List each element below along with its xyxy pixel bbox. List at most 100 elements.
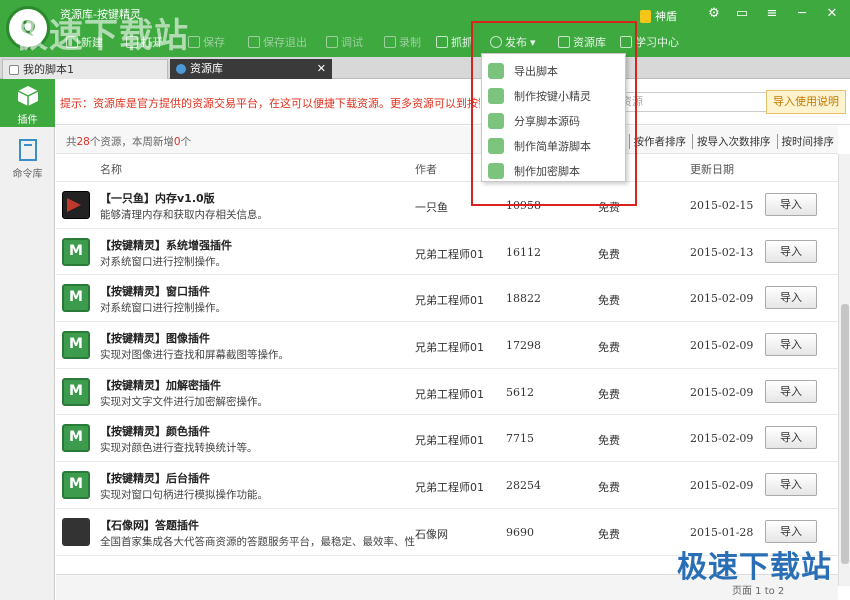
plugin-name: 【按键精灵】加解密插件 bbox=[100, 378, 221, 392]
plugin-description: 对系统窗口进行控制操作。 bbox=[100, 255, 226, 268]
table-row: 【按键精灵】后台插件实现对窗口句柄进行模拟操作功能。 兄弟工程师01 28254 免费… bbox=[56, 462, 838, 509]
import-button[interactable]: 导入 bbox=[765, 193, 817, 216]
gear-icon[interactable]: ⚙ bbox=[706, 6, 722, 22]
plugin-description: 实现对窗口句柄进行模拟操作功能。 bbox=[100, 489, 268, 502]
notice-text: 提示：资源库是官方提供的资源交易平台，在这可以便捷下载资源。更多资源可以到按键精… bbox=[60, 97, 480, 110]
plugin-name: 【按键精灵】颜色插件 bbox=[100, 425, 210, 439]
save-exit-button[interactable]: 保存退出 bbox=[248, 33, 307, 51]
sort-bar: 共28个资源，本周新增0个 排序 按作者排序 按导入次数排序 按时间排序 bbox=[56, 126, 838, 154]
import-help-button[interactable]: 导入使用说明 bbox=[766, 90, 846, 114]
save-exit-icon bbox=[248, 36, 260, 48]
plugin-price: 免费 bbox=[598, 341, 620, 355]
plugin-author: 兄弟工程师01 bbox=[415, 247, 484, 261]
save-exit-label: 保存退出 bbox=[263, 36, 307, 49]
plugin-name: 【按键精灵】后台插件 bbox=[100, 472, 210, 486]
capture-button[interactable]: 抓抓 bbox=[436, 33, 473, 51]
close-tab-icon[interactable]: ✕ bbox=[317, 59, 326, 79]
plugin-author: 兄弟工程师01 bbox=[415, 341, 484, 355]
plugin-date: 2015-02-09 bbox=[690, 339, 754, 353]
tab-my-script[interactable]: 我的脚本1 bbox=[2, 59, 168, 79]
sort-by-imports[interactable]: 按导入次数排序 bbox=[692, 134, 771, 149]
plugin-downloads: 18822 bbox=[506, 292, 541, 306]
save-label: 保存 bbox=[203, 36, 225, 49]
minimize-icon[interactable]: ─ bbox=[794, 6, 810, 22]
resource-count: 共28个资源，本周新增0个 bbox=[66, 136, 192, 148]
plugin-author: 兄弟工程师01 bbox=[415, 434, 484, 448]
tab-label: 资源库 bbox=[190, 62, 223, 75]
plugin-date: 2015-02-09 bbox=[690, 432, 754, 446]
scrollbar[interactable] bbox=[838, 154, 850, 586]
tab-resource-library[interactable]: 资源库 ✕ bbox=[170, 59, 332, 79]
import-button[interactable]: 导入 bbox=[765, 426, 817, 450]
sort-by-time[interactable]: 按时间排序 bbox=[776, 134, 834, 149]
plugin-date: 2015-02-15 bbox=[690, 199, 754, 212]
user-account[interactable]: 神盾 bbox=[640, 8, 677, 24]
close-icon[interactable]: ✕ bbox=[824, 6, 840, 22]
record-label: 录制 bbox=[399, 36, 421, 49]
record-button[interactable]: 录制 bbox=[384, 33, 421, 51]
capture-label: 抓抓 bbox=[451, 36, 473, 49]
sidebar-label: 命令库 bbox=[12, 169, 43, 180]
book-icon bbox=[18, 139, 37, 161]
shield-icon bbox=[640, 9, 651, 23]
plugin-date: 2015-01-28 bbox=[690, 525, 754, 539]
tab-label: 我的脚本1 bbox=[23, 62, 74, 76]
learning-center-label: 学习中心 bbox=[635, 36, 679, 49]
import-button[interactable]: 导入 bbox=[765, 519, 817, 543]
user-name: 神盾 bbox=[655, 10, 677, 23]
import-button[interactable]: 导入 bbox=[765, 473, 817, 497]
resource-list: 【一只鱼】内存v1.0版 能够清理内存和获取内存相关信息。 一只鱼 10958 免费 20… bbox=[56, 182, 838, 556]
skin-icon[interactable]: ▭ bbox=[734, 6, 750, 22]
plugin-author: 兄弟工程师01 bbox=[415, 387, 484, 401]
sidebar-item-commands[interactable]: 命令库 bbox=[0, 133, 55, 181]
plugin-price: 免费 bbox=[598, 387, 620, 401]
table-row: 【按键精灵】窗口插件对系统窗口进行控制操作。 兄弟工程师01 18822 免费 2015… bbox=[56, 275, 838, 323]
plugin-icon bbox=[62, 284, 90, 313]
col-author[interactable]: 作者 bbox=[415, 161, 437, 177]
plugin-icon bbox=[62, 377, 90, 406]
save-icon bbox=[188, 36, 200, 48]
save-button[interactable]: 保存 bbox=[188, 33, 225, 51]
import-button[interactable]: 导入 bbox=[765, 286, 817, 310]
import-button[interactable]: 导入 bbox=[765, 333, 817, 357]
plugin-author: 兄弟工程师01 bbox=[415, 294, 484, 308]
col-updated[interactable]: 更新日期 bbox=[690, 161, 734, 177]
sidebar-label: 插件 bbox=[17, 115, 38, 126]
plugin-icon bbox=[62, 471, 90, 500]
tab-strip: 我的脚本1 资源库 ✕ bbox=[0, 57, 850, 79]
debug-button[interactable]: 调试 bbox=[326, 33, 363, 51]
sidebar-item-plugins[interactable]: 插件 bbox=[0, 79, 55, 127]
import-button[interactable]: 导入 bbox=[765, 379, 817, 403]
plugin-name: 【一只鱼】内存v1.0版 bbox=[100, 192, 215, 205]
play-icon bbox=[326, 36, 338, 48]
plugin-downloads: 17298 bbox=[506, 339, 541, 353]
plugin-name: 【按键精灵】窗口插件 bbox=[100, 285, 210, 299]
camera-icon bbox=[384, 36, 396, 48]
plugin-description: 实现对图像进行查找和屏幕截图等操作。 bbox=[100, 349, 289, 362]
plugin-downloads: 16112 bbox=[506, 245, 541, 259]
plugin-description: 能够清理内存和获取内存相关信息。 bbox=[100, 209, 268, 221]
plugin-downloads: 5612 bbox=[506, 385, 534, 399]
scrollbar-thumb[interactable] bbox=[841, 304, 849, 564]
menu-icon[interactable]: ≡ bbox=[764, 6, 780, 22]
plugin-price: 免费 bbox=[598, 247, 620, 261]
plugin-price: 免费 bbox=[598, 527, 620, 541]
plugin-name: 【按键精灵】系统增强插件 bbox=[100, 238, 232, 252]
sidebar: 插件 命令库 bbox=[0, 79, 55, 600]
col-name[interactable]: 名称 bbox=[100, 161, 122, 177]
cube-icon bbox=[17, 86, 38, 106]
plugin-author: 一只鱼 bbox=[415, 201, 448, 214]
plugin-price: 免费 bbox=[598, 434, 620, 448]
import-button[interactable]: 导入 bbox=[765, 239, 817, 263]
plugin-date: 2015-02-09 bbox=[690, 385, 754, 399]
plugin-downloads: 28254 bbox=[506, 479, 541, 493]
script-icon bbox=[9, 64, 19, 75]
globe-icon bbox=[176, 64, 186, 74]
sort-by-author[interactable]: 按作者排序 bbox=[628, 134, 686, 149]
plugin-downloads: 9690 bbox=[506, 525, 534, 539]
plugin-date: 2015-02-09 bbox=[690, 292, 754, 306]
capture-icon bbox=[436, 36, 448, 48]
plugin-description: 实现对颜色进行查找转换统计等。 bbox=[100, 442, 258, 455]
plugin-author: 兄弟工程师01 bbox=[415, 481, 484, 495]
highlight-box bbox=[471, 21, 637, 206]
